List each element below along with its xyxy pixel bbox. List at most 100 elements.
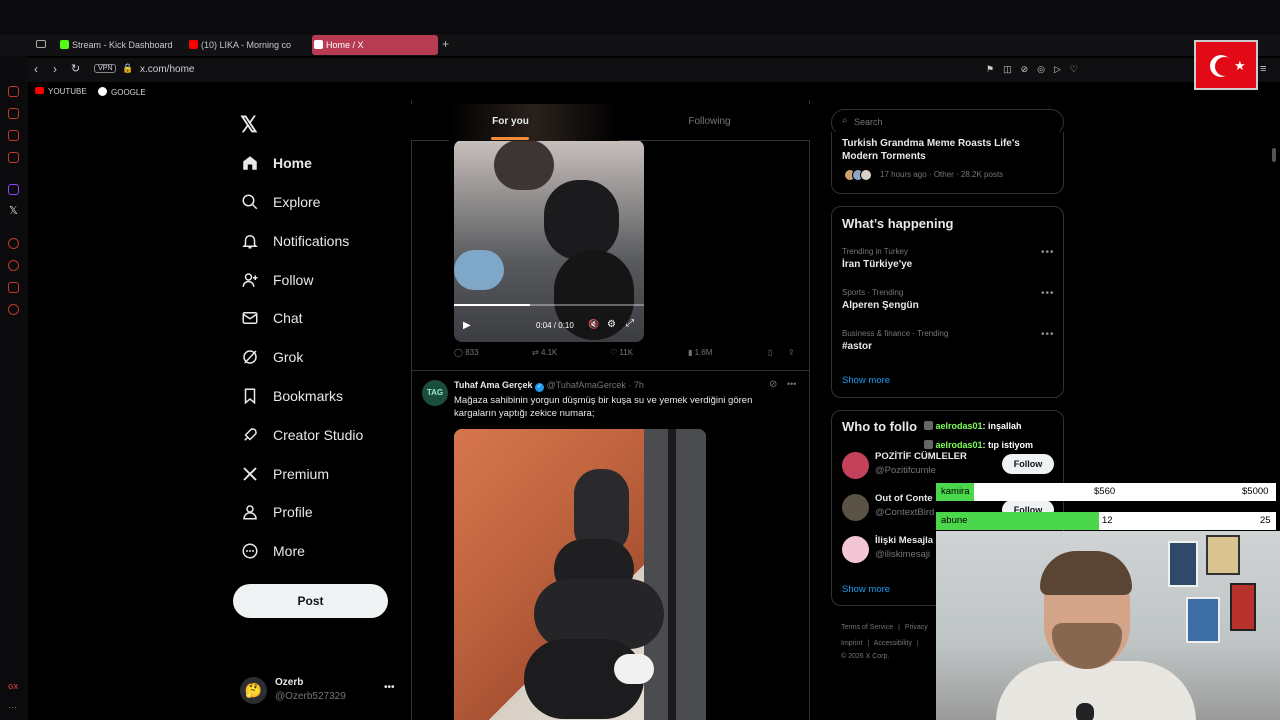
avatar xyxy=(842,494,869,521)
webcam-feed xyxy=(936,531,1280,720)
reload-icon[interactable]: ↻ xyxy=(71,62,80,75)
settings-icon[interactable] xyxy=(8,304,19,315)
trend-more-icon[interactable]: ••• xyxy=(1041,288,1055,299)
nav-bookmarks[interactable]: Bookmarks xyxy=(241,381,343,411)
x-tab-icon xyxy=(314,40,323,49)
page-scrollbar[interactable] xyxy=(1272,148,1276,162)
tweet-handle[interactable]: @TuhafAmaGercek xyxy=(547,380,626,390)
follow-suggestion[interactable]: POZİTİF CÜMLELER @Pozitifcumle Follow xyxy=(842,451,1057,481)
bookmark-icon[interactable]: ▯ xyxy=(768,348,772,357)
mute-icon[interactable]: 🔇 xyxy=(588,319,599,330)
sidebar-icon-4[interactable] xyxy=(8,152,19,163)
bookmark-google[interactable]: GOOGLE xyxy=(98,87,146,97)
nav-label: Notifications xyxy=(273,233,350,249)
lock-icon: 🔒 xyxy=(122,63,134,73)
sidebar-icon-6[interactable] xyxy=(8,282,19,293)
share-icon[interactable]: ⇪ xyxy=(788,348,795,357)
accessibility-link[interactable]: Accessibility xyxy=(874,640,912,647)
imprint-link[interactable]: Imprint xyxy=(841,640,862,647)
sidebar-more-icon[interactable]: ··· xyxy=(8,702,17,712)
nav-creator-studio[interactable]: Creator Studio xyxy=(241,420,363,450)
search-icon xyxy=(242,194,258,210)
fullscreen-icon[interactable]: ⤢ xyxy=(626,318,634,329)
tab-x-home[interactable]: Home / X xyxy=(312,35,438,55)
terms-link[interactable]: Terms of Service xyxy=(841,624,893,631)
show-more-link[interactable]: Show more xyxy=(842,584,890,595)
nav-label: More xyxy=(273,543,305,559)
nav-follow[interactable]: Follow xyxy=(241,265,313,295)
tweet-media[interactable] xyxy=(454,429,706,720)
x-logo-icon[interactable]: 𝕏 xyxy=(240,112,258,138)
like-button[interactable]: ♡ 11K xyxy=(610,348,633,357)
sidebar-icon-1[interactable] xyxy=(8,86,19,97)
back-icon[interactable]: ‹ xyxy=(34,62,38,76)
nav-profile[interactable]: Profile xyxy=(241,497,313,527)
nav-label: Creator Studio xyxy=(273,427,364,443)
trend-more-icon[interactable]: ••• xyxy=(1041,247,1055,258)
trend-more-icon[interactable]: ••• xyxy=(1041,329,1055,340)
tweet-time[interactable]: · 7h xyxy=(628,380,644,390)
new-tab-icon[interactable]: + xyxy=(442,37,449,51)
tweet-author-name[interactable]: Tuhaf Ama Gerçek xyxy=(454,380,533,390)
trend-item[interactable]: Trending in Turkey İran Türkiye'ye ••• xyxy=(842,247,1057,275)
account-switcher[interactable]: 🤔 Ozerb @Ozerb527329 ••• xyxy=(240,676,400,706)
account-handle: @Ozerb527329 xyxy=(275,691,346,702)
wall-poster xyxy=(1186,597,1220,643)
video-player[interactable]: ▶ 0:04 / 0:10 🔇 ⚙ ⤢ xyxy=(454,140,644,342)
nav-home[interactable]: Home xyxy=(241,148,312,178)
video-progress[interactable] xyxy=(454,304,644,306)
tab-for-you[interactable]: For you xyxy=(411,104,610,141)
sidebar-icon-3[interactable] xyxy=(8,130,19,141)
menu-icon[interactable]: ≡ xyxy=(1260,63,1266,75)
twitch-icon[interactable] xyxy=(8,184,19,195)
copyright: © 2026 X Corp. xyxy=(841,653,890,660)
tab-youtube[interactable]: (10) LIKA - Morning co xyxy=(187,35,305,55)
tab-following[interactable]: Following xyxy=(610,104,809,141)
grok-icon[interactable]: ⊘ xyxy=(769,379,777,390)
history-icon[interactable] xyxy=(8,260,19,271)
nav-chat[interactable]: Chat xyxy=(241,303,303,333)
tab-kick[interactable]: Stream - Kick Dashboard xyxy=(58,35,178,55)
news-meta: 17 hours ago · Other · 28.2K posts xyxy=(880,170,1004,179)
tab-overview-icon[interactable] xyxy=(36,40,46,48)
repost-button[interactable]: ⇄ 4.1K xyxy=(532,348,557,357)
more-dots-icon[interactable]: ••• xyxy=(384,682,395,693)
vpn-badge[interactable]: VPN xyxy=(94,64,117,73)
show-more-link[interactable]: Show more xyxy=(842,375,890,386)
section-title: Who to follo xyxy=(842,419,918,434)
trend-item[interactable]: Business & finance · Trending #astor ••• xyxy=(842,329,1057,357)
settings-icon[interactable]: ⚙ xyxy=(607,319,616,330)
address-bar: ‹ › ↻ VPN 🔒 x.com/home ⚑◫⊘◎▷♡ ★ ≡ xyxy=(28,40,1280,90)
goal-bar-kamira: kamira $560 $5000 xyxy=(936,483,1276,501)
tab-label: (10) LIKA - Morning co xyxy=(201,40,292,50)
forward-icon[interactable]: › xyxy=(53,62,57,76)
play-icon[interactable]: ▶ xyxy=(463,320,471,331)
x-sidebar-icon[interactable]: 𝕏 xyxy=(9,204,18,217)
chat-message: aelrodas01: tıp istiyom xyxy=(921,439,1037,451)
post-button[interactable]: Post xyxy=(233,584,388,618)
sidebar-icon-2[interactable] xyxy=(8,108,19,119)
nav-explore[interactable]: Explore xyxy=(241,187,320,217)
reply-button[interactable]: ◯ 833 xyxy=(454,348,479,357)
nav-label: Premium xyxy=(273,466,330,482)
tab-label: For you xyxy=(492,116,529,127)
nav-grok[interactable]: Grok xyxy=(241,342,303,372)
follow-button[interactable]: Follow xyxy=(1002,454,1054,474)
url-field[interactable]: x.com/home xyxy=(140,64,194,75)
privacy-link[interactable]: Privacy xyxy=(905,624,928,631)
sidebar-icon-5[interactable] xyxy=(8,238,19,249)
bookmark-youtube[interactable]: YOUTUBE xyxy=(35,87,87,96)
nav-more[interactable]: More xyxy=(241,536,305,566)
star-icon: ★ xyxy=(1234,58,1246,73)
views-button[interactable]: ▮ 1.6M xyxy=(688,348,712,357)
extension-icons[interactable]: ⚑◫⊘◎▷♡ xyxy=(986,64,1196,76)
trend-item[interactable]: Sports · Trending Alperen Şengün ••• xyxy=(842,288,1057,316)
news-card[interactable]: Turkish Grandma Meme Roasts Life's Moder… xyxy=(831,132,1064,194)
nav-notifications[interactable]: Notifications xyxy=(241,226,349,256)
nav-premium[interactable]: Premium xyxy=(241,459,329,489)
avatar xyxy=(842,536,869,563)
whats-happening-card: What’s happening Trending in Turkey İran… xyxy=(831,206,1064,398)
tweet-more-icon[interactable]: ••• xyxy=(787,379,796,389)
gx-icon[interactable]: GX xyxy=(8,684,18,691)
tweet-avatar[interactable]: TAG xyxy=(422,380,448,406)
